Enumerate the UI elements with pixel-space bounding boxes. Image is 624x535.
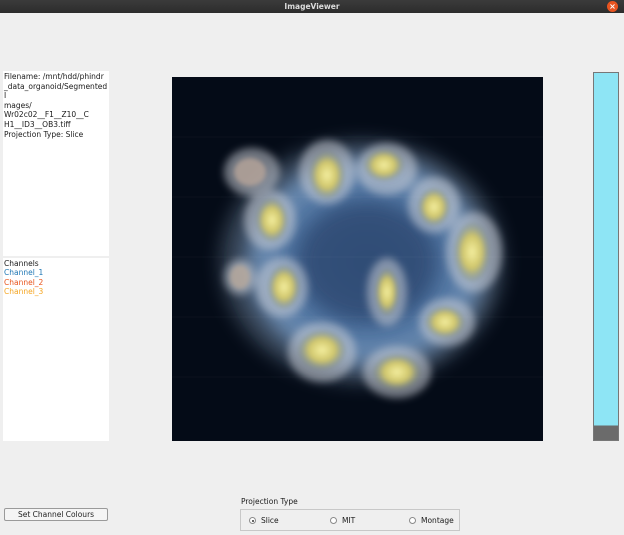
radio-montage[interactable]: Montage xyxy=(409,515,454,526)
image-display[interactable] xyxy=(172,77,543,441)
filename-line: mages/ xyxy=(4,100,32,110)
channel-item-1[interactable]: Channel_1 xyxy=(4,268,108,277)
organoid-image xyxy=(172,77,543,441)
channel-item-3[interactable]: Channel_3 xyxy=(4,287,108,296)
radio-mit-label: MIT xyxy=(342,516,356,525)
file-info-panel: Filename: /mnt/hdd/phindr _data_organoid… xyxy=(3,71,109,256)
radio-button-icon[interactable] xyxy=(409,517,416,524)
radio-slice[interactable]: Slice xyxy=(249,515,279,526)
colour-scale-bar[interactable] xyxy=(593,72,619,441)
filename-line: Wr02c02__F1__Z10__C xyxy=(4,110,89,120)
channel-item-2[interactable]: Channel_2 xyxy=(4,278,108,287)
projection-type-line: Projection Type: Slice xyxy=(4,129,84,139)
channels-panel: Channels Channel_1 Channel_2 Channel_3 xyxy=(3,258,109,441)
channels-header: Channels xyxy=(4,259,39,268)
close-icon: × xyxy=(609,2,616,11)
radio-button-icon[interactable] xyxy=(249,517,256,524)
radio-button-icon[interactable] xyxy=(330,517,337,524)
radio-mit[interactable]: MIT xyxy=(330,515,355,526)
close-button[interactable]: × xyxy=(607,1,618,12)
radio-montage-label: Montage xyxy=(421,516,454,525)
filename-line: Filename: /mnt/hdd/phindr xyxy=(4,72,104,81)
projection-type-group: Slice MIT Montage xyxy=(240,509,460,531)
radio-slice-label: Slice xyxy=(261,516,279,525)
projection-type-label: Projection Type xyxy=(241,497,298,506)
title-bar: ImageViewer × xyxy=(0,0,624,13)
filename-line: H1__ID3__OB3.tiff xyxy=(4,119,71,129)
set-channel-colours-button[interactable]: Set Channel Colours xyxy=(4,508,108,521)
window-title: ImageViewer xyxy=(284,2,340,11)
filename-line: _data_organoid/SegmentedI xyxy=(4,81,108,101)
